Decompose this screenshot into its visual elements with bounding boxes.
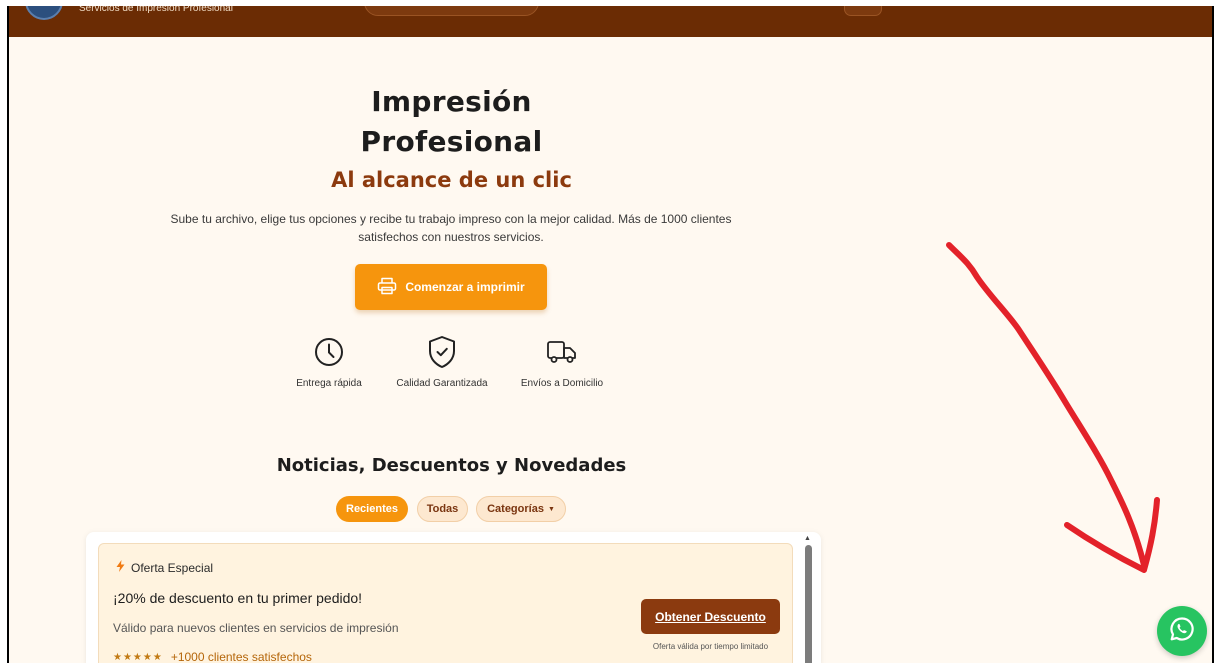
- hero-subtitle: Al alcance de un clic: [331, 168, 572, 192]
- feature-home-delivery: Envíos a Domicilio: [512, 335, 612, 389]
- offer-note: Oferta válida por tiempo limitado: [652, 642, 769, 651]
- feature-quality: Calidad Garantizada: [387, 335, 497, 389]
- feature-label: Calidad Garantizada: [396, 378, 488, 389]
- offer-tag: Oferta Especial: [116, 560, 213, 575]
- tab-all[interactable]: Todas: [417, 496, 468, 522]
- page-frame: Servicios de Impresión Profesional Impre…: [7, 0, 1214, 663]
- tab-recent[interactable]: Recientes: [336, 496, 408, 522]
- categories-label: Categorías: [487, 503, 544, 515]
- tab-categories-dropdown[interactable]: Categorías ▼: [476, 496, 566, 522]
- offer-card: Oferta Especial ¡20% de descuento en tu …: [98, 543, 793, 663]
- feature-label: Envíos a Domicilio: [520, 378, 604, 389]
- news-section-title: Noticias, Descuentos y Novedades: [276, 455, 627, 476]
- clock-icon: [289, 335, 369, 369]
- printer-icon: [377, 277, 397, 298]
- get-discount-button[interactable]: Obtener Descuento: [641, 599, 780, 634]
- whatsapp-chat-button[interactable]: [1157, 606, 1207, 656]
- scrollbar-thumb[interactable]: [805, 545, 812, 663]
- scroll-up-arrow-icon[interactable]: ▲: [804, 535, 811, 542]
- offer-rating: ★★★★★ +1000 clientes satisfechos: [113, 650, 312, 663]
- offer-tag-label: Oferta Especial: [131, 560, 214, 575]
- star-rating-icon: ★★★★★: [113, 652, 163, 663]
- hero-title-line-1: Impresión: [371, 85, 532, 118]
- customers-count: +1000 clientes satisfechos: [170, 650, 312, 663]
- whatsapp-icon: [1169, 616, 1195, 647]
- hero-title-line-2: Profesional: [360, 125, 543, 158]
- chevron-down-icon: ▼: [547, 505, 555, 513]
- hero-description: Sube tu archivo, elige tus opciones y re…: [170, 212, 732, 244]
- truck-icon: [512, 335, 612, 369]
- start-printing-label: Comenzar a imprimir: [405, 280, 525, 294]
- feature-fast-delivery: Entrega rápida: [289, 335, 369, 389]
- start-printing-button[interactable]: Comenzar a imprimir: [355, 264, 547, 310]
- feature-label: Entrega rápida: [296, 378, 362, 389]
- shield-check-icon: [387, 335, 497, 369]
- offer-valid-for: Válido para nuevos clientes en servicios…: [113, 621, 399, 635]
- annotation-arrow-icon: [946, 242, 1160, 573]
- lightning-icon: [116, 560, 125, 575]
- offer-headline: ¡20% de descuento en tu primer pedido!: [113, 590, 363, 606]
